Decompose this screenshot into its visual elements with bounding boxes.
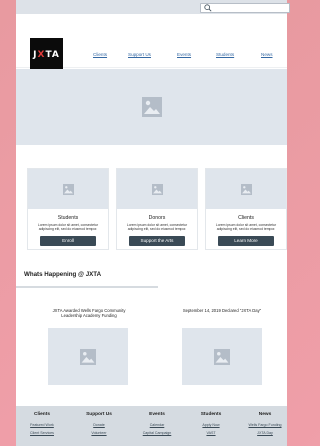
card-image [28,169,108,209]
card-image [117,169,197,209]
footer-heading: Support Us [86,412,112,417]
news-title[interactable]: September 14, 2019 Declared "JXTA Day" [182,308,262,313]
page: J X TA Clients Support Us Events Students … [16,0,290,446]
nav-events[interactable]: Events [177,52,191,57]
footer-link[interactable]: Client Services [17,431,67,435]
footer-heading: Events [149,412,165,417]
footer-link[interactable]: Donate [74,423,124,427]
footer-column-news: News Wells Fargo Funding JXTA Day [240,412,290,435]
news-title[interactable]: JXTA Awarded Wells Fargo Community Leade… [44,308,134,318]
card-title: Students [57,215,79,221]
enroll-button[interactable]: Enroll [40,235,96,246]
footer-link[interactable]: VAST [186,431,236,435]
learn-more-button[interactable]: Learn More [218,235,274,246]
footer-heading: Students [200,412,222,417]
news-image[interactable] [182,328,262,385]
image-placeholder-icon [141,97,162,117]
card-text: Lorem ipsum dolor sit amet, consectetur … [215,223,277,232]
image-placeholder-icon [240,183,252,195]
support-the-arts-button[interactable]: Support the Arts [129,235,185,246]
hero-image [16,69,287,145]
image-placeholder-icon [214,348,230,365]
footer-heading: News [258,412,272,417]
site-header: J X TA Clients Support Us Events Students … [16,14,287,71]
search-icon[interactable] [204,4,212,12]
nav-students[interactable]: Students [216,52,234,57]
image-placeholder-icon [80,348,96,365]
nav-support-us[interactable]: Support Us [128,52,151,57]
search-input[interactable] [200,3,290,13]
footer-link[interactable]: Apply Now [186,423,236,427]
card-title: Clients [238,215,254,221]
footer-column-support-us: Support Us Donate Volunteer [74,412,124,435]
footer-heading: Clients [34,412,50,417]
card-donors: Donors Lorem ipsum dolor sit amet, conse… [116,168,198,250]
card-text: Lorem ipsum dolor sit amet, consectetur … [37,223,99,232]
footer-column-clients: Clients Featured Work Client Services [17,412,67,435]
card-students: Students Lorem ipsum dolor sit amet, con… [27,168,109,250]
nav-news[interactable]: News [261,52,273,57]
footer-link[interactable]: JXTA Day [240,431,290,435]
card-image [206,169,286,209]
nav-clients[interactable]: Clients [93,52,107,57]
card-text: Lorem ipsum dolor sit amet, consectetur … [126,223,188,232]
audience-cards: Students Lorem ipsum dolor sit amet, con… [27,168,287,250]
section-title: Whats Happening @ JXTA [24,271,102,278]
card-title: Donors [148,215,166,221]
site-footer: Clients Featured Work Client Services Su… [16,406,287,446]
footer-link[interactable]: Wells Fargo Funding [240,423,290,427]
footer-link[interactable]: Featured Work [17,423,67,427]
image-placeholder-icon [62,183,74,195]
footer-link[interactable]: Capital Campaign [132,431,182,435]
section-divider [16,286,158,288]
news-image[interactable] [48,328,128,385]
footer-link[interactable]: Calendar [132,423,182,427]
main-nav: Clients Support Us Events Students News [16,52,287,62]
footer-link[interactable]: Volunteer [74,431,124,435]
footer-column-events: Events Calendar Capital Campaign [132,412,182,435]
top-bar [16,0,290,14]
image-placeholder-icon [151,183,163,195]
footer-column-students: Students Apply Now VAST [186,412,236,435]
card-clients: Clients Lorem ipsum dolor sit amet, cons… [205,168,287,250]
